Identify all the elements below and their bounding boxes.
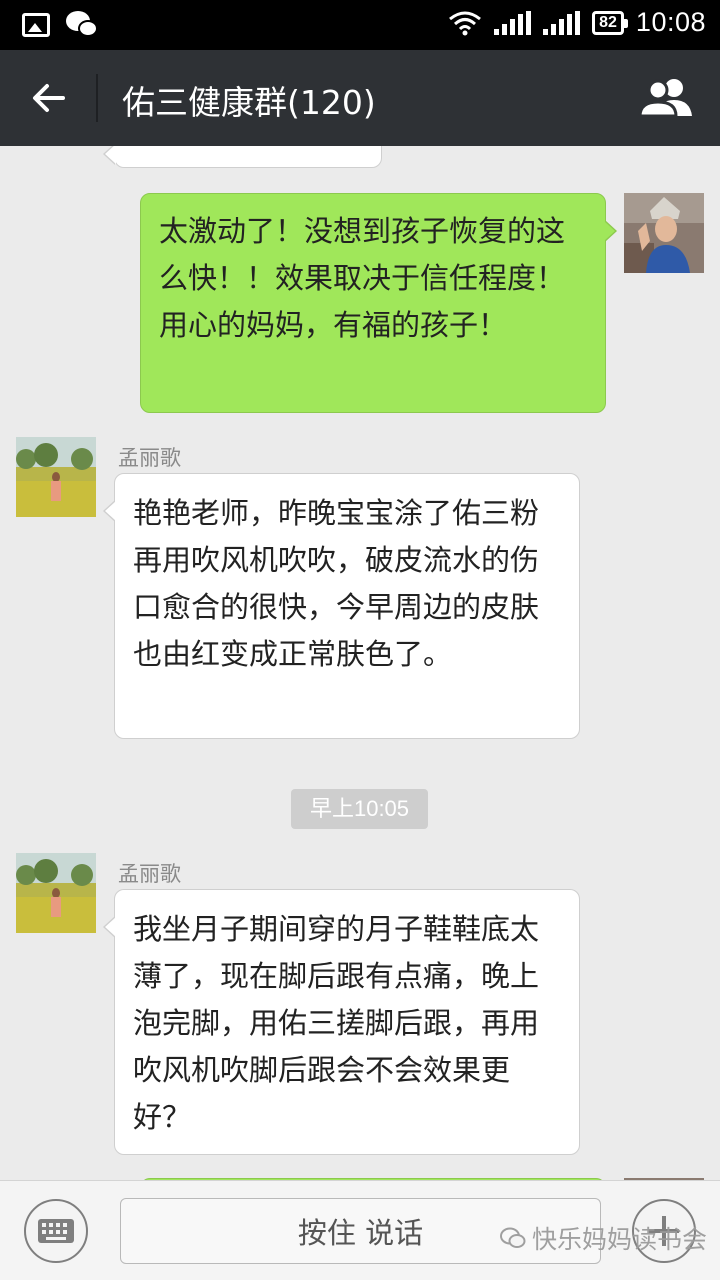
keyboard-toggle-button[interactable] — [24, 1199, 88, 1263]
message-bubble-outgoing[interactable]: 太激动了！没想到孩子恢复的这么快！！效果取决于信任程度！用心的妈妈，有福的孩子！ — [140, 193, 617, 413]
message-text: 我坐月子期间穿的月子鞋鞋底太薄了，现在脚后跟有点痛，晚上泡完脚，用佑三搓脚后跟，… — [133, 912, 540, 1134]
gallery-icon — [22, 13, 50, 37]
message-timestamp: 早上10:05 — [291, 789, 428, 829]
message-bubble-partial[interactable] — [103, 146, 382, 168]
status-time: 10:08 — [635, 7, 706, 37]
watermark-text: 快乐妈妈读书会 — [532, 1225, 708, 1254]
wifi-icon — [448, 10, 482, 36]
back-arrow-icon — [33, 84, 65, 112]
group-members-button[interactable] — [636, 74, 696, 122]
avatar-meng-lige[interactable] — [16, 437, 96, 517]
sender-name: 孟丽歌 — [118, 862, 181, 886]
message-text: 太激动了！没想到孩子恢复的这么快！！效果取决于信任程度！用心的妈妈，有福的孩子！ — [159, 214, 566, 342]
message-list[interactable]: 太激动了！没想到孩子恢复的这么快！！效果取决于信任程度！用心的妈妈，有福的孩子！… — [0, 146, 720, 1180]
message-bubble-incoming[interactable]: 我坐月子期间穿的月子鞋鞋底太薄了，现在脚后跟有点痛，晚上泡完脚，用佑三搓脚后跟，… — [103, 889, 580, 1155]
avatar-self[interactable] — [624, 193, 704, 273]
back-button[interactable] — [20, 72, 76, 124]
wechat-icon — [66, 11, 100, 39]
message-bubble-incoming[interactable]: 艳艳老师，昨晚宝宝涂了佑三粉再用吹风机吹吹，破皮流水的伤口愈合的很快，今早周边的… — [103, 473, 580, 739]
status-bar: 82 10:08 — [0, 0, 720, 50]
watermark: 快乐妈妈读书会 — [500, 1220, 707, 1256]
sender-name: 孟丽歌 — [118, 446, 181, 470]
keyboard-icon — [38, 1219, 74, 1243]
message-text: 艳艳老师，昨晚宝宝涂了佑三粉再用吹风机吹吹，破皮流水的伤口愈合的很快，今早周边的… — [133, 496, 540, 671]
wechat-icon — [500, 1227, 526, 1248]
group-members-icon — [638, 79, 692, 118]
chat-header: 佑三健康群(120) — [0, 50, 720, 146]
battery-icon: 82 — [592, 10, 628, 35]
battery-level: 82 — [599, 13, 617, 31]
chat-title: 佑三健康群(120) — [122, 83, 376, 122]
signal-icon — [543, 10, 581, 35]
avatar-meng-lige[interactable] — [16, 853, 96, 933]
signal-icon — [494, 10, 532, 35]
header-divider — [96, 74, 98, 122]
